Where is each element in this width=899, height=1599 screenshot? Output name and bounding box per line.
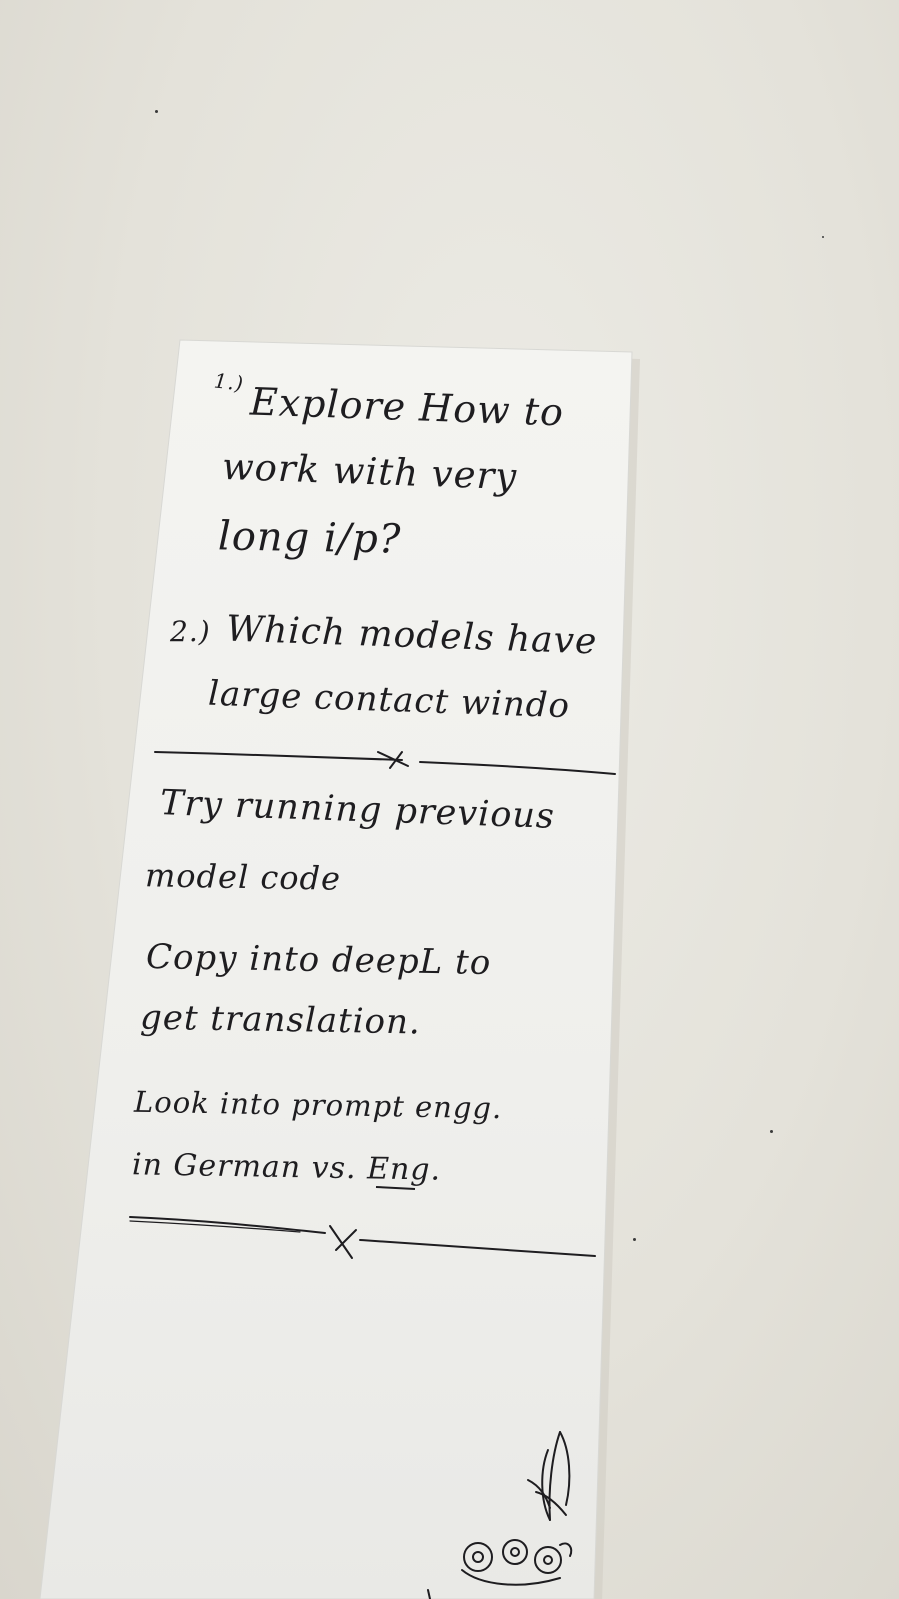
note-line: long i/p? bbox=[217, 513, 402, 563]
note-item-number: 2.) bbox=[170, 615, 211, 648]
note-line: Look into prompt engg. bbox=[133, 1084, 503, 1126]
note-item-number: 1.) bbox=[212, 368, 246, 396]
note-line: get translation. bbox=[139, 997, 422, 1043]
note-line: Copy into deepL to bbox=[145, 936, 492, 984]
note-line: model code bbox=[144, 856, 342, 898]
note-line: in German vs. Eng. bbox=[131, 1147, 442, 1188]
